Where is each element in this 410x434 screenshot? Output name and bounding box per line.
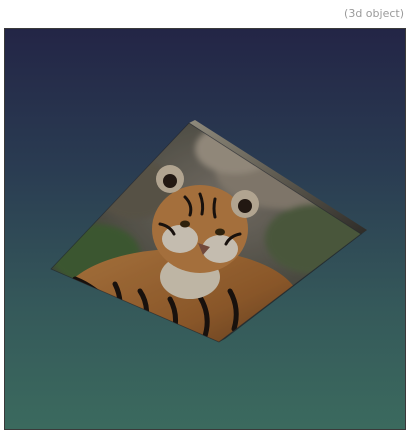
3d-scene <box>50 120 367 343</box>
3d-viewport[interactable] <box>4 28 406 430</box>
tiger-photo-face <box>51 123 361 342</box>
object-type-label: (3d object) <box>344 7 404 20</box>
